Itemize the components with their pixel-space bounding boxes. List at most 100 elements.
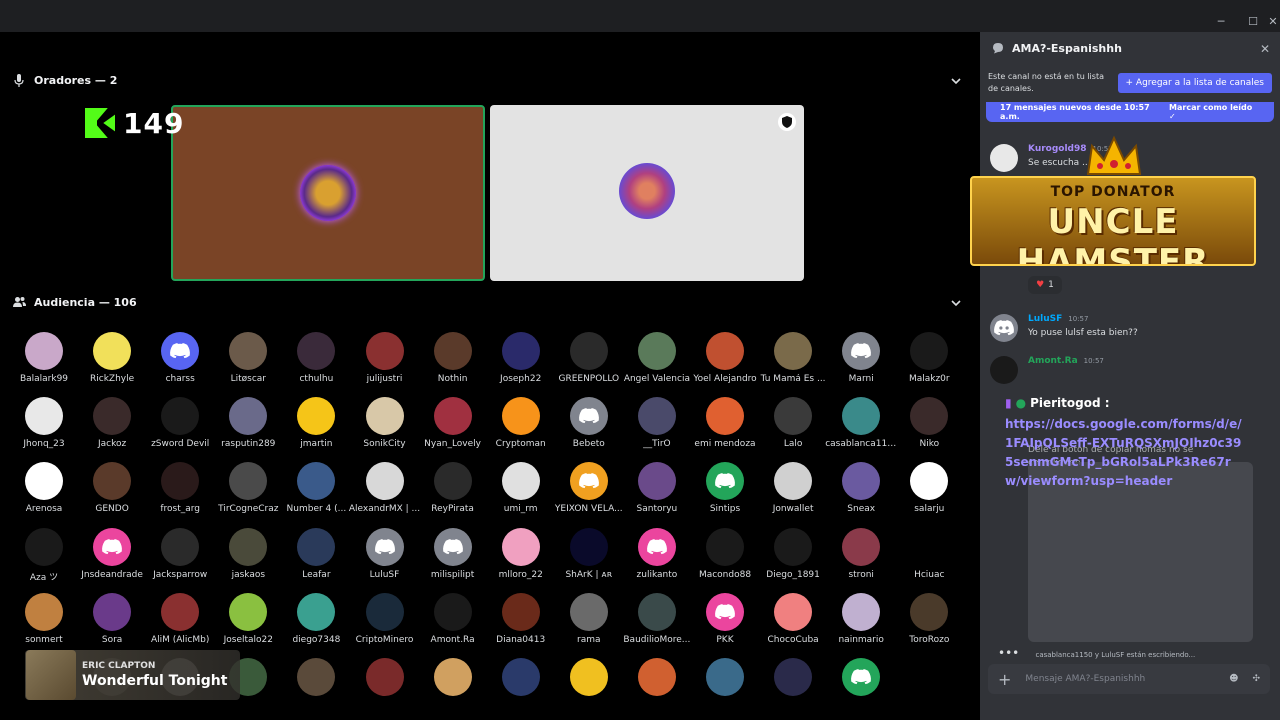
audience-member[interactable]: nainmario xyxy=(827,592,895,658)
audience-member[interactable]: zSword Devil xyxy=(146,397,214,462)
audience-member[interactable]: jmartin xyxy=(282,397,350,462)
form-link[interactable]: https://docs.google.com/forms/d/e/1FAIpQ… xyxy=(1005,415,1245,491)
audience-member[interactable]: umi_rm xyxy=(487,462,555,527)
message-author[interactable]: Amont.Ra xyxy=(1028,356,1078,366)
audience-member[interactable]: sonmert xyxy=(10,592,78,658)
audience-member[interactable] xyxy=(282,658,350,720)
audience-member[interactable]: Nothin xyxy=(419,332,487,397)
message-avatar[interactable] xyxy=(990,144,1018,172)
audience-member[interactable]: Joseltalo22 xyxy=(214,592,282,658)
audience-member[interactable]: Jacksparrow xyxy=(146,527,214,593)
add-channel-button[interactable]: + Agregar a la lista de canales xyxy=(1117,73,1272,93)
audience-member[interactable]: Jnsdeandrade xyxy=(78,527,146,593)
audience-member[interactable]: diego7348 xyxy=(282,592,350,658)
audience-member[interactable]: Macondo88 xyxy=(691,527,759,593)
audience-member[interactable]: ShArK | ᴀʀ xyxy=(555,527,623,593)
audience-member[interactable]: ReyPirata xyxy=(419,462,487,527)
message-input[interactable]: Mensaje AMA?-Espanishhh xyxy=(1025,674,1215,684)
close-icon[interactable]: ✕ xyxy=(1260,42,1270,56)
audience-member[interactable]: GREENPOLLO xyxy=(555,332,623,397)
chevron-down-icon[interactable] xyxy=(949,74,963,88)
audience-member[interactable]: julijustri xyxy=(351,332,419,397)
audience-member[interactable]: casablanca1150 xyxy=(825,397,897,462)
audience-member[interactable]: BaudilioMore... xyxy=(623,592,691,658)
emoji-icon[interactable]: ☻ xyxy=(1229,674,1238,684)
audience-member[interactable] xyxy=(759,658,827,720)
audience-member[interactable]: rasputin289 xyxy=(214,397,282,462)
audience-member[interactable]: TirCogneCraz xyxy=(214,462,282,527)
audience-member[interactable]: SonikCity xyxy=(351,397,419,462)
audience-member[interactable]: cthulhu xyxy=(282,332,350,397)
audience-member[interactable] xyxy=(691,658,759,720)
audience-member[interactable]: Diego_1891 xyxy=(759,527,827,593)
audience-member[interactable] xyxy=(419,658,487,720)
audience-member[interactable]: Joseph22 xyxy=(487,332,555,397)
audience-member[interactable]: Sneax xyxy=(827,462,895,527)
message-author[interactable]: LuluSF xyxy=(1028,314,1062,324)
audience-member[interactable]: zulikanto xyxy=(623,527,691,593)
audience-member[interactable]: Aza ツ xyxy=(10,527,78,593)
audience-member[interactable]: stroni xyxy=(827,527,895,593)
audience-member[interactable]: Malakz0r xyxy=(895,332,963,397)
audience-member[interactable]: Jhonq_23 xyxy=(10,397,78,462)
audience-member[interactable] xyxy=(623,658,691,720)
audience-member[interactable]: salarju xyxy=(895,462,963,527)
audience-member[interactable]: LuluSF xyxy=(351,527,419,593)
audience-member[interactable]: Yoel Alejandro xyxy=(691,332,759,397)
audience-member[interactable]: Number 4 (... xyxy=(282,462,350,527)
audience-member[interactable] xyxy=(487,658,555,720)
new-messages-bar[interactable]: 17 mensajes nuevos desde 10:57 a.m. Marc… xyxy=(986,102,1274,122)
audience-member[interactable]: PKK xyxy=(691,592,759,658)
audience-member[interactable]: emi mendoza xyxy=(691,397,759,462)
audience-member[interactable]: Hciuac xyxy=(895,527,963,593)
audience-member[interactable]: Balalark99 xyxy=(10,332,78,397)
audience-member[interactable]: Bebeto xyxy=(555,397,623,462)
message-author[interactable]: Kurogold98 xyxy=(1028,144,1087,154)
audience-member[interactable]: Arenosa xyxy=(10,462,78,527)
audience-member[interactable]: ToroRozo xyxy=(895,592,963,658)
audience-member[interactable]: Cryptoman xyxy=(487,397,555,462)
audience-member[interactable]: Lalo xyxy=(759,397,827,462)
audience-member[interactable]: AliM (AlicMb) xyxy=(146,592,214,658)
minimize-icon[interactable]: ─ xyxy=(1208,14,1234,30)
audience-member[interactable]: charss xyxy=(146,332,214,397)
audience-member[interactable] xyxy=(351,658,419,720)
audience-member[interactable]: ChocoCuba xyxy=(759,592,827,658)
apps-icon[interactable]: ✣ xyxy=(1252,674,1260,684)
audience-member[interactable]: RickZhyle xyxy=(78,332,146,397)
audience-member[interactable]: Marni xyxy=(827,332,895,397)
audience-member[interactable]: Ángel Valencia xyxy=(623,332,691,397)
chevron-down-icon[interactable] xyxy=(949,296,963,310)
audience-member[interactable]: Litøscar xyxy=(214,332,282,397)
audience-member[interactable]: AlexandrMX | ... xyxy=(349,462,420,527)
audience-member[interactable]: Sintips xyxy=(691,462,759,527)
audience-member[interactable]: mlloro_22 xyxy=(487,527,555,593)
audience-member[interactable]: frost_arg xyxy=(146,462,214,527)
audience-member[interactable]: YEIXON VELA... xyxy=(555,462,623,527)
audience-member[interactable]: GENDO xyxy=(78,462,146,527)
audience-member[interactable]: milispilipt xyxy=(419,527,487,593)
audience-member[interactable]: Santoryu xyxy=(623,462,691,527)
audience-member[interactable]: Jackoz xyxy=(78,397,146,462)
message-avatar[interactable] xyxy=(990,314,1018,342)
plus-icon[interactable]: + xyxy=(998,670,1011,689)
mark-read-button[interactable]: Marcar como leído ✓ xyxy=(1169,103,1260,121)
audience-member[interactable]: CriptoMinero xyxy=(351,592,419,658)
audience-member[interactable]: Diana0413 xyxy=(487,592,555,658)
audience-member[interactable]: jaskaos xyxy=(214,527,282,593)
speaker-tile-1[interactable] xyxy=(171,105,485,281)
audience-member[interactable]: Sora xyxy=(78,592,146,658)
audience-member[interactable]: Amont.Ra xyxy=(419,592,487,658)
audience-member[interactable]: Leafar xyxy=(282,527,350,593)
audience-member[interactable]: rama xyxy=(555,592,623,658)
message-avatar[interactable] xyxy=(990,356,1018,384)
audience-member[interactable]: Jonwallet xyxy=(759,462,827,527)
audience-member[interactable] xyxy=(555,658,623,720)
speaker-tile-2[interactable] xyxy=(490,105,804,281)
close-window-icon[interactable]: ✕ xyxy=(1260,14,1280,30)
audience-member[interactable]: Nyan_Lovely xyxy=(419,397,487,462)
audience-member[interactable]: __TirO xyxy=(623,397,691,462)
audience-member[interactable]: Tu Mamá Es ... xyxy=(759,332,827,397)
audience-member[interactable]: Niko xyxy=(895,397,963,462)
reaction-heart[interactable]: ♥ 1 xyxy=(1028,276,1062,294)
